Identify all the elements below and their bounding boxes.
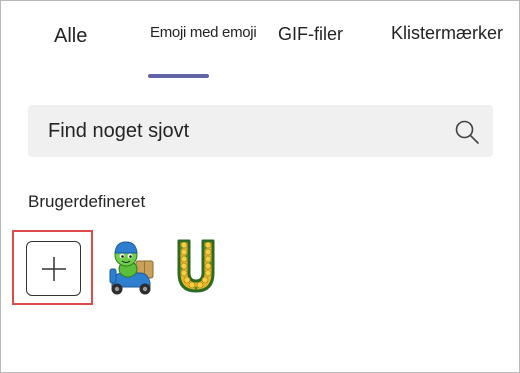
tab-gif[interactable]: GIF-filer <box>271 1 361 79</box>
flower-letter-u-emoji[interactable] <box>171 237 221 293</box>
tab-emoji[interactable]: Emoji med emoji <box>141 1 275 79</box>
tab-all[interactable]: Alle <box>41 1 111 79</box>
active-tab-indicator <box>148 74 209 78</box>
search-box <box>28 105 493 157</box>
section-title-custom: Brugerdefineret <box>28 192 146 211</box>
search-input[interactable] <box>48 117 428 145</box>
tab-stickers-label: Klistermærker <box>391 23 504 43</box>
tab-emoji-label: Emoji med emoji <box>150 24 257 41</box>
search-icon[interactable] <box>454 119 480 145</box>
tab-bar: Alle Emoji med emoji GIF-filer Klistermæ… <box>1 1 519 81</box>
green-character-scooter-emoji[interactable] <box>104 239 158 297</box>
tab-gif-label: GIF-filer <box>278 24 343 44</box>
add-custom-emoji-button[interactable] <box>26 241 81 296</box>
emoji-picker-panel: Alle Emoji med emoji GIF-filer Klistermæ… <box>0 0 520 373</box>
plus-icon <box>42 257 66 281</box>
tab-all-label: Alle <box>54 25 88 47</box>
tab-stickers[interactable]: Klistermærker <box>381 1 519 79</box>
